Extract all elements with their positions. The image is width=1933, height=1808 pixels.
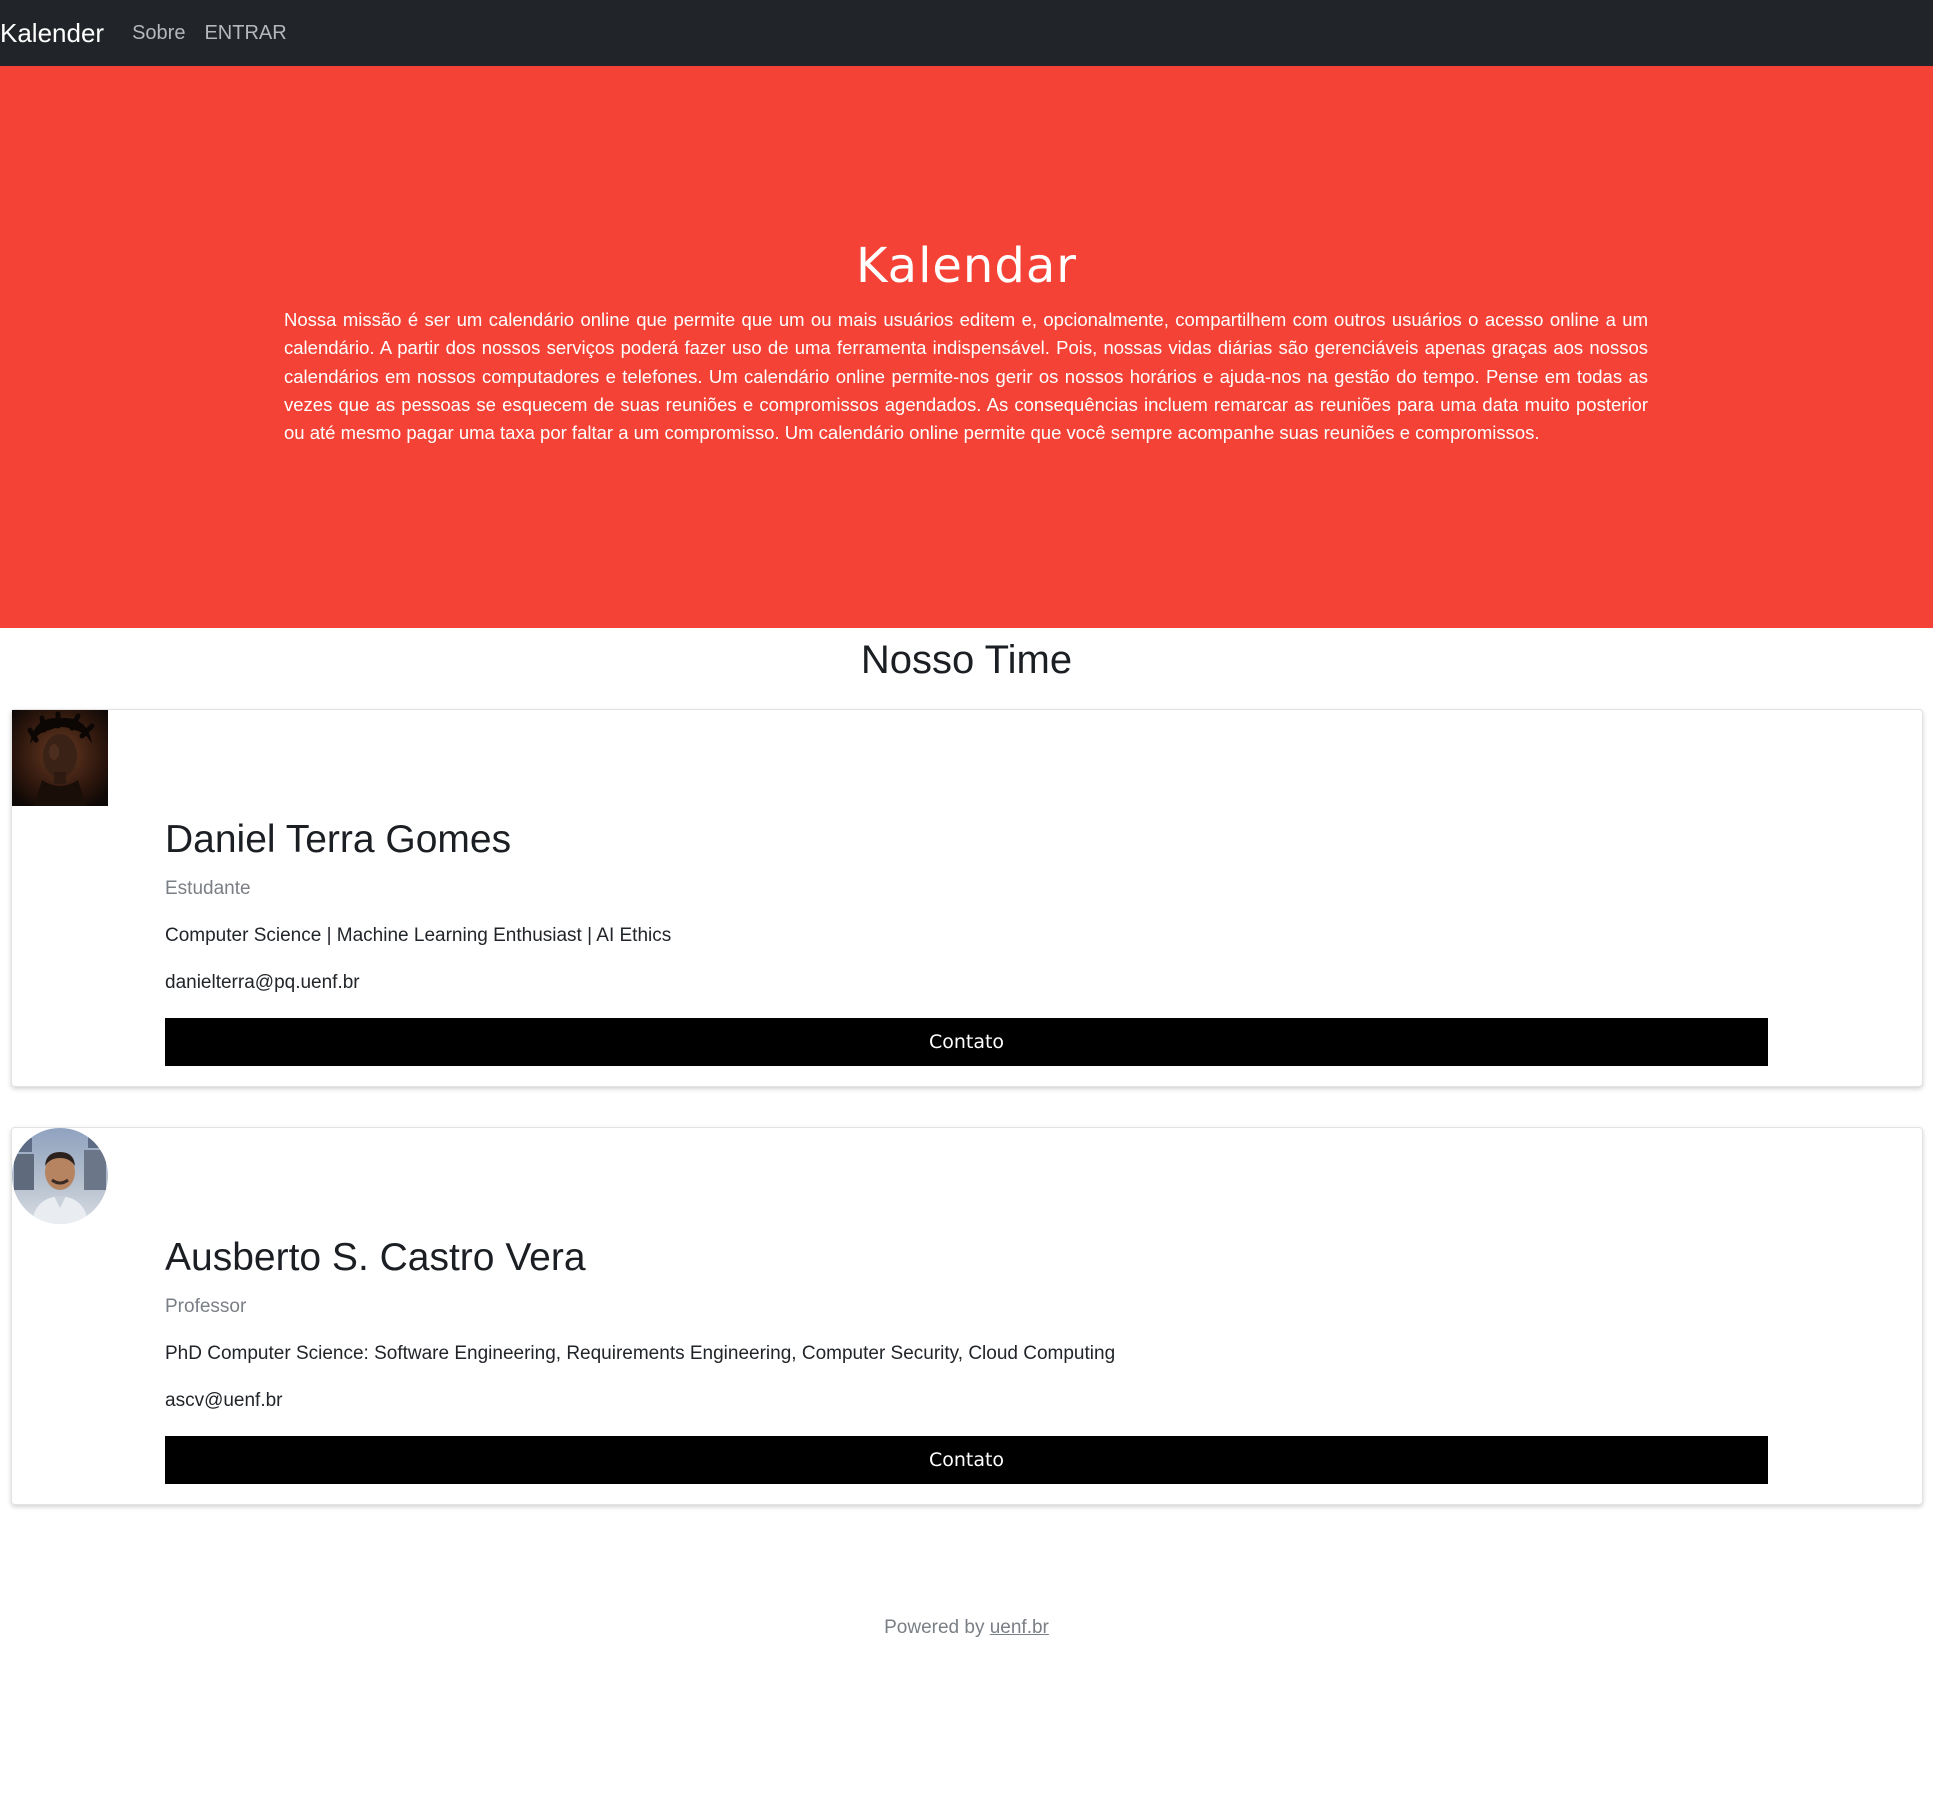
footer: Powered by uenf.br [0, 1617, 1933, 1639]
avatar [12, 710, 108, 806]
hero-section: Kalendar Nossa missão é ser um calendári… [0, 66, 1933, 628]
member-bio: PhD Computer Science: Software Engineeri… [165, 1343, 1116, 1364]
nav-link-sobre[interactable]: Sobre [132, 22, 185, 45]
member-role: Professor [165, 1296, 247, 1317]
avatar [12, 1128, 108, 1224]
brand-link[interactable]: Kalender [0, 0, 104, 66]
navbar: Kalender Sobre ENTRAR [0, 0, 1933, 66]
contact-button[interactable]: Contato [165, 1018, 1768, 1066]
member-photo-icon [12, 1128, 108, 1224]
member-name: Ausberto S. Castro Vera [165, 1236, 586, 1279]
member-bio: Computer Science | Machine Learning Enth… [165, 925, 672, 946]
member-email: danielterra@pq.uenf.br [165, 972, 360, 993]
contact-button[interactable]: Contato [165, 1436, 1768, 1484]
nav-link-entrar[interactable]: ENTRAR [204, 22, 286, 45]
team-section-title: Nosso Time [860, 638, 1073, 682]
team-member-card: Ausberto S. Castro Vera Professor PhD Co… [11, 1127, 1923, 1505]
member-email: ascv@uenf.br [165, 1390, 283, 1411]
hero-mission-text: Nossa missão é ser um calendário online … [284, 309, 1648, 444]
member-photo-icon [12, 710, 108, 806]
footer-prefix: Powered by [884, 1617, 985, 1638]
hero-title: Kalendar [856, 238, 1077, 294]
footer-link[interactable]: uenf.br [990, 1617, 1049, 1638]
member-role: Estudante [165, 878, 251, 899]
team-member-card: Daniel Terra Gomes Estudante Computer Sc… [11, 709, 1923, 1087]
member-name: Daniel Terra Gomes [165, 818, 512, 861]
